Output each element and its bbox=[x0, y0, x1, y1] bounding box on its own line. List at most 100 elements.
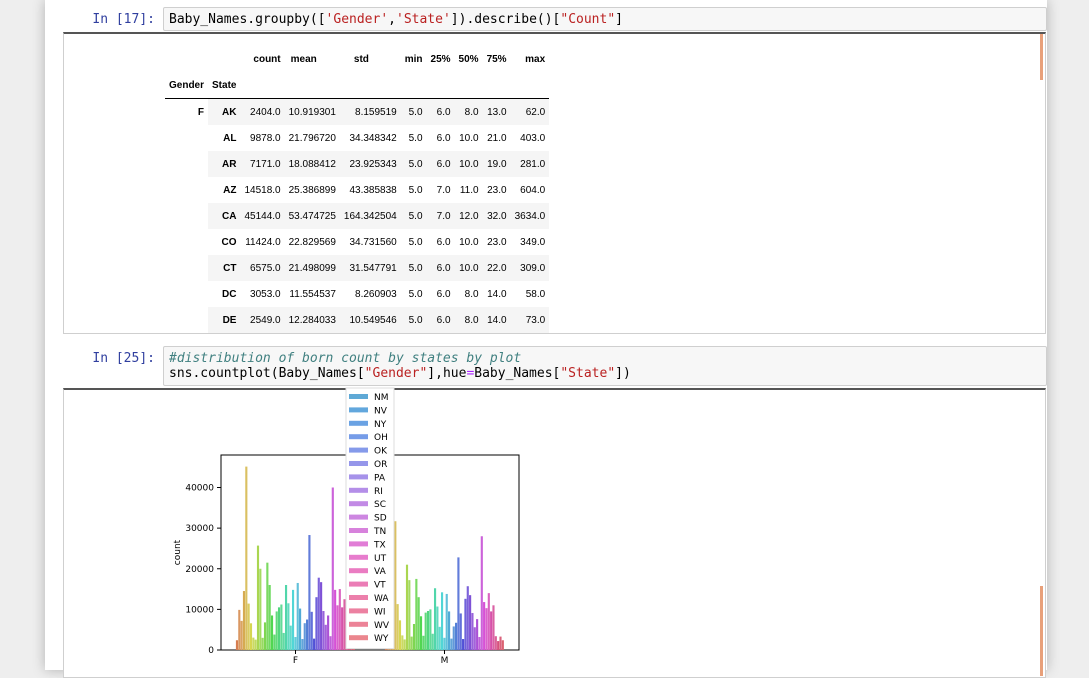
legend-swatch bbox=[349, 595, 368, 600]
legend-swatch bbox=[349, 407, 368, 413]
bar-M-13 bbox=[415, 578, 418, 650]
bar-M-33 bbox=[462, 639, 465, 650]
y-tick-label: 10000 bbox=[185, 605, 214, 615]
bar-F-33 bbox=[313, 638, 316, 651]
bar-M-41 bbox=[480, 536, 483, 650]
bar-F-10 bbox=[259, 568, 262, 650]
bar-F-3 bbox=[242, 591, 246, 650]
bar-M-34 bbox=[464, 598, 467, 650]
bar-M-40 bbox=[478, 637, 481, 650]
bar-F-19 bbox=[280, 604, 283, 650]
x-tick-label: F bbox=[293, 656, 298, 666]
legend-swatch bbox=[349, 541, 368, 547]
legend-label: OK bbox=[374, 447, 388, 457]
bar-F-15 bbox=[270, 615, 274, 650]
bar-F-11 bbox=[261, 637, 264, 650]
bar-M-31 bbox=[457, 557, 460, 651]
bar-M-28 bbox=[450, 638, 453, 651]
bar-M-11 bbox=[410, 636, 413, 650]
bar-M-6 bbox=[398, 620, 402, 650]
bar-F-2 bbox=[240, 620, 243, 650]
legend-label: WA bbox=[374, 594, 389, 604]
bar-M-10 bbox=[408, 580, 411, 651]
legend-label: WY bbox=[374, 634, 389, 644]
bar-M-9 bbox=[405, 564, 409, 650]
legend-label: NV bbox=[374, 406, 388, 416]
bar-M-12 bbox=[412, 624, 416, 650]
legend-label: OH bbox=[374, 433, 388, 443]
bar-M-32 bbox=[459, 613, 462, 650]
bar-F-21 bbox=[284, 585, 288, 650]
bar-M-44 bbox=[487, 593, 490, 651]
bar-M-29 bbox=[452, 626, 455, 650]
y-tick-label: 30000 bbox=[185, 524, 214, 534]
bar-M-18 bbox=[426, 611, 430, 650]
bar-M-15 bbox=[419, 616, 423, 650]
legend-label: TN bbox=[373, 527, 386, 537]
bar-F-27 bbox=[299, 608, 302, 650]
bar-F-24 bbox=[291, 589, 295, 651]
bar-F-25 bbox=[294, 637, 297, 650]
bar-M-35 bbox=[466, 586, 469, 650]
legend-label: UT bbox=[374, 554, 387, 564]
bar-M-50 bbox=[501, 640, 504, 650]
legend-label: WV bbox=[374, 621, 390, 631]
bar-F-20 bbox=[282, 632, 285, 650]
y-axis-label: count bbox=[173, 539, 183, 565]
bar-F-30 bbox=[306, 619, 309, 650]
bar-F-44 bbox=[338, 589, 341, 650]
bar-F-45 bbox=[341, 607, 344, 650]
bar-F-23 bbox=[289, 625, 292, 651]
bar-F-16 bbox=[273, 634, 276, 650]
bar-M-36 bbox=[469, 595, 472, 650]
bar-F-13 bbox=[266, 562, 269, 650]
bar-M-16 bbox=[422, 635, 425, 650]
bar-F-17 bbox=[275, 611, 278, 650]
bar-F-22 bbox=[287, 603, 290, 650]
bar-F-40 bbox=[329, 636, 332, 650]
bar-M-4 bbox=[394, 521, 397, 650]
bar-M-21 bbox=[433, 588, 437, 650]
bar-F-1 bbox=[238, 609, 241, 650]
y-tick-label: 40000 bbox=[185, 484, 214, 494]
bar-F-0 bbox=[235, 640, 239, 650]
bar-M-48 bbox=[497, 641, 500, 650]
legend-label: VA bbox=[374, 567, 387, 577]
legend-label: WI bbox=[374, 607, 386, 617]
legend-label: SD bbox=[374, 514, 387, 524]
bar-M-19 bbox=[429, 609, 432, 651]
bar-F-36 bbox=[320, 582, 323, 650]
bar-M-7 bbox=[401, 635, 404, 651]
bar-M-47 bbox=[494, 636, 497, 650]
bar-M-46 bbox=[492, 605, 495, 650]
bar-F-28 bbox=[301, 639, 304, 650]
bar-F-12 bbox=[263, 622, 267, 651]
bar-F-42 bbox=[334, 589, 337, 651]
legend-swatch bbox=[349, 621, 368, 627]
bar-M-26 bbox=[445, 593, 448, 650]
bar-F-8 bbox=[254, 639, 257, 650]
bar-F-43 bbox=[336, 605, 339, 650]
bar-F-26 bbox=[296, 582, 299, 650]
bar-M-43 bbox=[485, 608, 488, 650]
y-tick-label: 20000 bbox=[185, 565, 214, 575]
legend-swatch bbox=[349, 608, 368, 614]
legend-label: PA bbox=[374, 473, 386, 483]
bar-M-49 bbox=[499, 636, 502, 650]
bar-M-25 bbox=[443, 637, 446, 650]
y-tick-label: 0 bbox=[208, 646, 214, 656]
bar-F-41 bbox=[331, 487, 334, 650]
bar-F-18 bbox=[277, 607, 281, 650]
legend-swatch bbox=[349, 581, 368, 587]
legend-swatch bbox=[349, 528, 368, 533]
bar-M-20 bbox=[431, 633, 434, 650]
bar-M-17 bbox=[424, 612, 427, 651]
bar-F-34 bbox=[315, 597, 318, 650]
legend-swatch bbox=[349, 394, 368, 399]
bar-M-37 bbox=[471, 613, 474, 650]
bar-M-30 bbox=[455, 622, 458, 650]
bar-F-38 bbox=[324, 624, 327, 650]
legend-label: VT bbox=[374, 581, 386, 591]
bar-F-14 bbox=[268, 585, 271, 650]
legend-swatch bbox=[349, 501, 368, 507]
